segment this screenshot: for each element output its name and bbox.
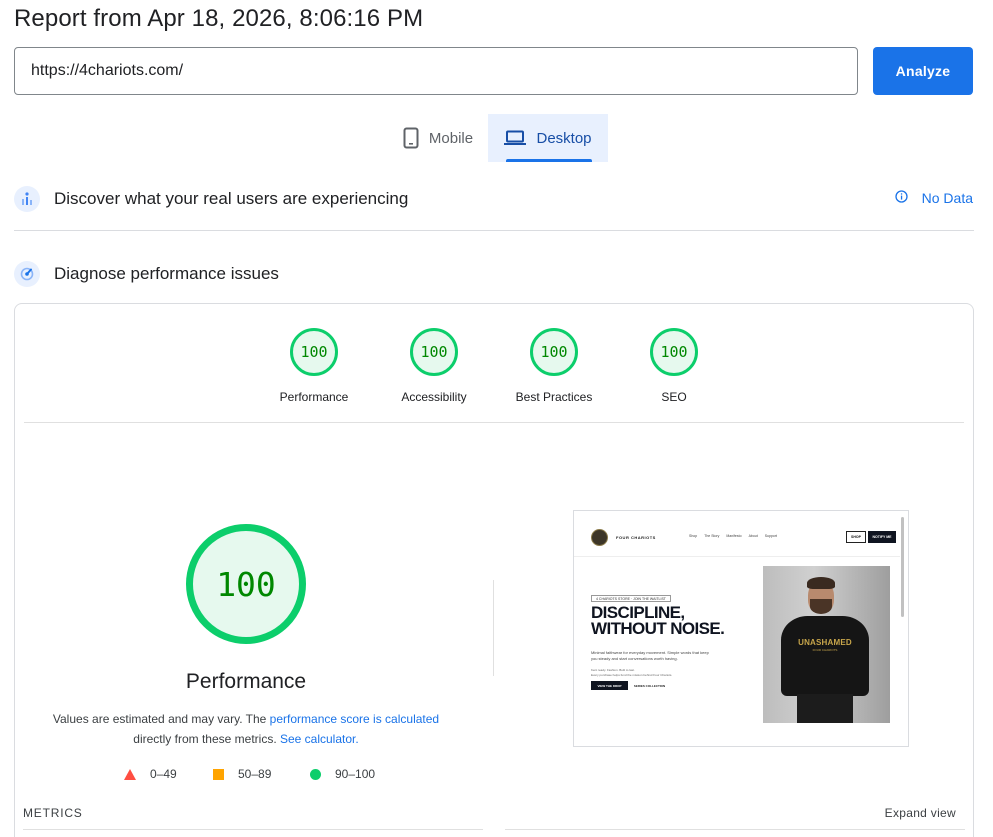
score-note-prefix: Values are estimated and may vary. The — [52, 712, 270, 726]
gauge-seo-score: 100 — [650, 328, 698, 376]
screenshot-nav-link: Manifesto — [726, 534, 742, 538]
gauge-accessibility-label: Accessibility — [401, 390, 467, 404]
screenshot-nav-link: The Story — [704, 534, 720, 538]
gauge-best-practices-label: Best Practices — [515, 390, 593, 404]
section-divider — [14, 230, 974, 231]
tab-desktop-label: Desktop — [536, 129, 592, 147]
screenshot-cta-secondary: SERIES COLLECTION — [633, 683, 666, 688]
gauge-best-practices-score: 100 — [530, 328, 578, 376]
users-chart-icon — [14, 186, 40, 212]
tab-mobile[interactable]: Mobile — [388, 114, 488, 162]
see-calculator-link[interactable]: See calculator. — [280, 732, 359, 746]
screenshot-cta-primary: VIEW THE DROP — [591, 681, 628, 690]
url-input[interactable] — [14, 47, 858, 95]
gauge-seo-label: SEO — [661, 390, 687, 404]
tab-desktop[interactable]: Desktop — [488, 114, 608, 162]
legend-fail-range: 0–49 — [150, 767, 177, 781]
legend-average: 50–89 — [213, 767, 271, 781]
info-icon — [894, 190, 908, 206]
screenshot-paragraph: Minimal faithwear for everyday movement.… — [591, 650, 709, 661]
gauge-best-practices[interactable]: 100 Best Practices — [484, 328, 624, 404]
screenshot-model-legs — [797, 694, 853, 723]
screenshot-nav-link: Shop — [689, 534, 698, 538]
gauges-divider — [24, 422, 964, 423]
performance-score-label: Performance — [185, 670, 307, 693]
no-data-status[interactable]: No Data — [894, 190, 973, 206]
screenshot-shirt-text: UNASHAMED — [798, 638, 852, 647]
gauge-accessibility-score: 100 — [410, 328, 458, 376]
screenshot-headline-line2: WITHOUT NOISE. — [591, 619, 725, 638]
screenshot-tag: 4 CHARIOTS STORE · JOIN THE WAITLIST — [591, 595, 671, 602]
metrics-divider-left — [23, 829, 483, 830]
analyze-button[interactable]: Analyze — [873, 47, 973, 95]
crux-heading-text: Discover what your real users are experi… — [54, 189, 409, 208]
score-note: Values are estimated and may vary. The p… — [40, 709, 452, 749]
report-title: Report from Apr 18, 2026, 8:06:16 PM — [14, 5, 424, 32]
screenshot-headline: DISCIPLINE, WITHOUT NOISE. — [591, 604, 725, 638]
screenshot-notify-button: NOTIFY ME — [868, 531, 896, 543]
screenshot-brand: FOUR CHARIOTS — [616, 535, 656, 540]
screenshot-nav-links: Shop The Story Manifesto About Support — [689, 534, 777, 538]
screenshot-small-text: Kent ready. Fashion. Built to last. Ever… — [591, 668, 711, 678]
crux-section-heading: Discover what your real users are experi… — [14, 186, 408, 212]
screenshot-scrollbar — [901, 517, 904, 617]
screenshot-model-photo: UNASHAMED FOUR CHARIOTS — [763, 566, 890, 723]
pass-circle-icon — [310, 768, 321, 780]
gauge-performance[interactable]: 100 Performance — [244, 328, 384, 404]
screenshot-shirt: UNASHAMED FOUR CHARIOTS — [781, 616, 869, 696]
screenshot-shirt-subtext: FOUR CHARIOTS — [812, 648, 838, 652]
legend-pass: 90–100 — [310, 767, 375, 781]
legend-fail: 0–49 — [124, 767, 177, 781]
gauge-accessibility[interactable]: 100 Accessibility — [364, 328, 504, 404]
score-note-middle: directly from these metrics. — [133, 732, 280, 746]
screenshot-model-hair — [807, 577, 835, 589]
screenshot-nav-link: Support — [764, 534, 777, 538]
diagnose-heading-text: Diagnose performance issues — [54, 264, 279, 283]
screenshot-nav-link: About — [748, 534, 758, 538]
expand-view-toggle[interactable]: Expand view — [885, 806, 956, 820]
average-square-icon — [213, 768, 224, 780]
legend-pass-range: 90–100 — [335, 767, 376, 781]
fail-triangle-icon — [124, 768, 136, 780]
chariot-logo-icon — [591, 529, 608, 546]
gauge-performance-label: Performance — [279, 390, 349, 404]
no-data-text: No Data — [921, 190, 973, 206]
screenshot-navbar: FOUR CHARIOTS Shop The Story Manifesto A… — [574, 511, 900, 557]
gauge-performance-score: 100 — [290, 328, 338, 376]
metrics-divider-right — [505, 829, 965, 830]
metrics-heading: METRICS — [23, 806, 83, 820]
screenshot-small-line2: Every purchase helps fund the mission be… — [591, 673, 673, 677]
diagnose-section-heading: Diagnose performance issues — [14, 261, 279, 287]
phone-icon — [403, 127, 419, 149]
screenshot-model-beard — [810, 599, 832, 614]
screenshot-shop-button: SHOP — [846, 531, 866, 543]
vertical-divider — [493, 580, 494, 676]
legend-average-range: 50–89 — [238, 767, 272, 781]
tab-mobile-label: Mobile — [428, 129, 474, 147]
lighthouse-gauge-icon — [14, 261, 40, 287]
final-screenshot[interactable]: FOUR CHARIOTS Shop The Story Manifesto A… — [573, 510, 909, 747]
performance-score-gauge: 100 — [186, 524, 306, 644]
gauge-seo[interactable]: 100 SEO — [604, 328, 744, 404]
score-calculated-link[interactable]: performance score is calculated — [270, 712, 439, 726]
laptop-icon — [504, 130, 527, 146]
